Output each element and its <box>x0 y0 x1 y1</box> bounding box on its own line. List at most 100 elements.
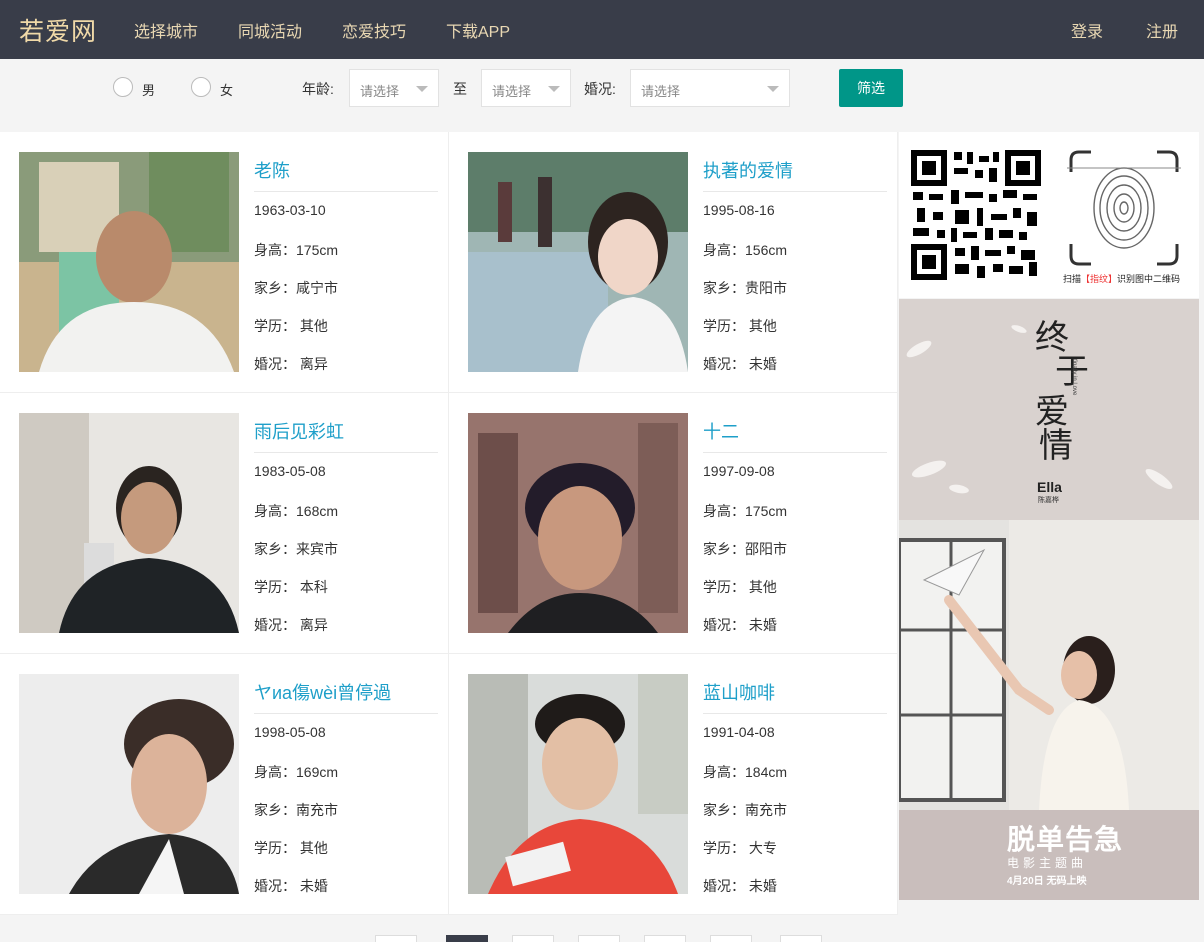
marriage-placeholder: 请选择 <box>641 84 681 99</box>
age-to-label: 至 <box>453 81 467 97</box>
profile-photo[interactable] <box>468 413 688 633</box>
ad1-title-char: 爱 <box>1035 392 1069 432</box>
age-label: 年龄: <box>302 81 334 97</box>
profile-education: 学历： 本科 <box>254 579 328 595</box>
profile-card[interactable]: 十二 1997-09-08 身高：175cm 家乡：邵阳市 学历： 其他 婚况：… <box>449 393 898 654</box>
ad2-subtitle: 电影主题曲 <box>1007 856 1088 870</box>
profile-hometown: 家乡：南充市 <box>703 802 787 818</box>
ad1-title-char: 终 <box>1035 318 1069 358</box>
profile-education: 学历： 其他 <box>254 840 328 856</box>
profile-name[interactable]: 执著的爱情 <box>703 152 887 192</box>
gender-male-label: 男 <box>142 83 156 98</box>
login-link[interactable]: 登录 <box>1071 18 1103 42</box>
register-link[interactable]: 注册 <box>1146 18 1178 42</box>
profile-photo[interactable] <box>468 674 688 894</box>
profile-marital: 婚况： 未婚 <box>703 617 777 633</box>
profile-card[interactable]: 执著的爱情 1995-08-16 身高：156cm 家乡：贵阳市 学历： 其他 … <box>449 132 898 393</box>
profile-birthdate: 1998-05-08 <box>254 724 326 740</box>
profile-card[interactable]: 蓝山咖啡 1991-04-08 身高：184cm 家乡：南充市 学历： 大专 婚… <box>449 654 898 915</box>
ad-banner-song[interactable]: 终 于 爱 情 finally in Love Ella 陈嘉桦 <box>899 299 1199 520</box>
profile-hometown: 家乡：咸宁市 <box>254 280 338 296</box>
ad1-artist-cn: 陈嘉桦 <box>1038 497 1059 504</box>
qr-caption-scan: 扫描 <box>1063 274 1082 284</box>
profile-education: 学历： 大专 <box>703 840 777 856</box>
profile-hometown: 家乡：邵阳市 <box>703 541 787 557</box>
ad2-date: 4月20日 无码上映 <box>1007 876 1087 887</box>
age-to-placeholder: 请选择 <box>492 84 532 99</box>
profile-marital: 婚况： 离异 <box>254 356 328 372</box>
gender-female-label: 女 <box>220 83 234 98</box>
profile-photo[interactable] <box>19 674 239 894</box>
ad2-title: 脱单告急 <box>1007 824 1124 855</box>
page-button-current[interactable] <box>446 935 488 942</box>
qr-caption-fingerprint: 【指纹】 <box>1081 274 1118 284</box>
profile-name[interactable]: 雨后见彩虹 <box>254 413 438 453</box>
marriage-label: 婚况: <box>584 81 616 97</box>
page-button[interactable] <box>780 935 822 942</box>
page-button[interactable] <box>375 935 417 942</box>
nav-select-city[interactable]: 选择城市 <box>134 18 198 42</box>
profile-birthdate: 1991-04-08 <box>703 724 775 740</box>
marriage-select[interactable]: 请选择 <box>630 69 790 107</box>
profile-education: 学历： 其他 <box>703 579 777 595</box>
profile-hometown: 家乡：南充市 <box>254 802 338 818</box>
page-button[interactable] <box>710 935 752 942</box>
profile-education: 学历： 其他 <box>703 318 777 334</box>
profile-marital: 婚况： 未婚 <box>703 878 777 894</box>
profile-card[interactable]: ヤиa傷wèi曾停過 1998-05-08 身高：169cm 家乡：南充市 学历… <box>0 654 449 915</box>
profile-grid: 老陈 1963-03-10 身高：175cm 家乡：咸宁市 学历： 其他 婚况：… <box>0 132 898 915</box>
profile-name[interactable]: 十二 <box>703 413 887 453</box>
ad1-title: 终 于 爱 情 <box>1035 321 1089 463</box>
chevron-down-icon <box>767 86 779 92</box>
profile-card[interactable]: 老陈 1963-03-10 身高：175cm 家乡：咸宁市 学历： 其他 婚况：… <box>0 132 449 393</box>
profile-height: 身高：156cm <box>703 242 788 258</box>
page-button[interactable] <box>644 935 686 942</box>
filter-bar: 男 女 年龄: 请选择 至 请选择 婚况: 请选择 筛选 <box>0 59 1204 132</box>
profile-hometown: 家乡：贵阳市 <box>703 280 787 296</box>
profile-hometown: 家乡：来宾市 <box>254 541 338 557</box>
filter-button[interactable]: 筛选 <box>839 69 903 107</box>
profile-height: 身高：175cm <box>254 242 339 258</box>
profile-name[interactable]: 老陈 <box>254 152 438 192</box>
profile-card[interactable]: 雨后见彩虹 1983-05-08 身高：168cm 家乡：来宾市 学历： 本科 … <box>0 393 449 654</box>
chevron-down-icon <box>416 86 428 92</box>
nav-love-tips[interactable]: 恋爱技巧 <box>342 18 406 42</box>
top-navbar: 若爱网 选择城市 同城活动 恋爱技巧 下载APP 登录 注册 <box>0 0 1204 59</box>
ad1-subtitle: finally in Love <box>1071 359 1077 396</box>
age-from-placeholder: 请选择 <box>360 84 400 99</box>
chevron-down-icon <box>548 86 560 92</box>
page-button[interactable] <box>512 935 554 942</box>
profile-marital: 婚况： 未婚 <box>254 878 328 894</box>
qr-caption: 扫描【指纹】识别图中二维码 <box>1063 272 1180 285</box>
nav-local-events[interactable]: 同城活动 <box>238 18 302 42</box>
profile-birthdate: 1963-03-10 <box>254 202 326 218</box>
page-button[interactable] <box>578 935 620 942</box>
sidebar: 扫描【指纹】识别图中二维码 终 于 爱 情 finally in Love El… <box>899 132 1199 900</box>
profile-education: 学历： 其他 <box>254 318 328 334</box>
profile-height: 身高：175cm <box>703 503 788 519</box>
nav-download-app[interactable]: 下载APP <box>446 18 510 42</box>
profile-photo[interactable] <box>19 413 239 633</box>
profile-height: 身高：168cm <box>254 503 339 519</box>
age-to-select[interactable]: 请选择 <box>481 69 571 107</box>
gender-male-radio[interactable] <box>113 77 133 97</box>
profile-name[interactable]: ヤиa傷wèi曾停過 <box>254 674 438 714</box>
site-logo[interactable]: 若爱网 <box>19 12 97 48</box>
profile-photo[interactable] <box>468 152 688 372</box>
profile-birthdate: 1995-08-16 <box>703 202 775 218</box>
profile-height: 身高：184cm <box>703 764 788 780</box>
age-from-select[interactable]: 请选择 <box>349 69 439 107</box>
profile-marital: 婚况： 离异 <box>254 617 328 633</box>
profile-birthdate: 1983-05-08 <box>254 463 326 479</box>
profile-marital: 婚况： 未婚 <box>703 356 777 372</box>
qr-caption-rest: 识别图中二维码 <box>1117 274 1181 284</box>
ad1-artist: Ella <box>1037 479 1062 495</box>
ad1-title-char: 情 <box>1039 426 1073 466</box>
qr-code-panel[interactable]: 扫描【指纹】识别图中二维码 <box>899 132 1199 298</box>
gender-female-radio[interactable] <box>191 77 211 97</box>
profile-name[interactable]: 蓝山咖啡 <box>703 674 887 714</box>
profile-photo[interactable] <box>19 152 239 372</box>
profile-birthdate: 1997-09-08 <box>703 463 775 479</box>
profile-height: 身高：169cm <box>254 764 339 780</box>
ad-banner-movie[interactable]: 脱单告急 电影主题曲 4月20日 无码上映 <box>899 520 1199 900</box>
